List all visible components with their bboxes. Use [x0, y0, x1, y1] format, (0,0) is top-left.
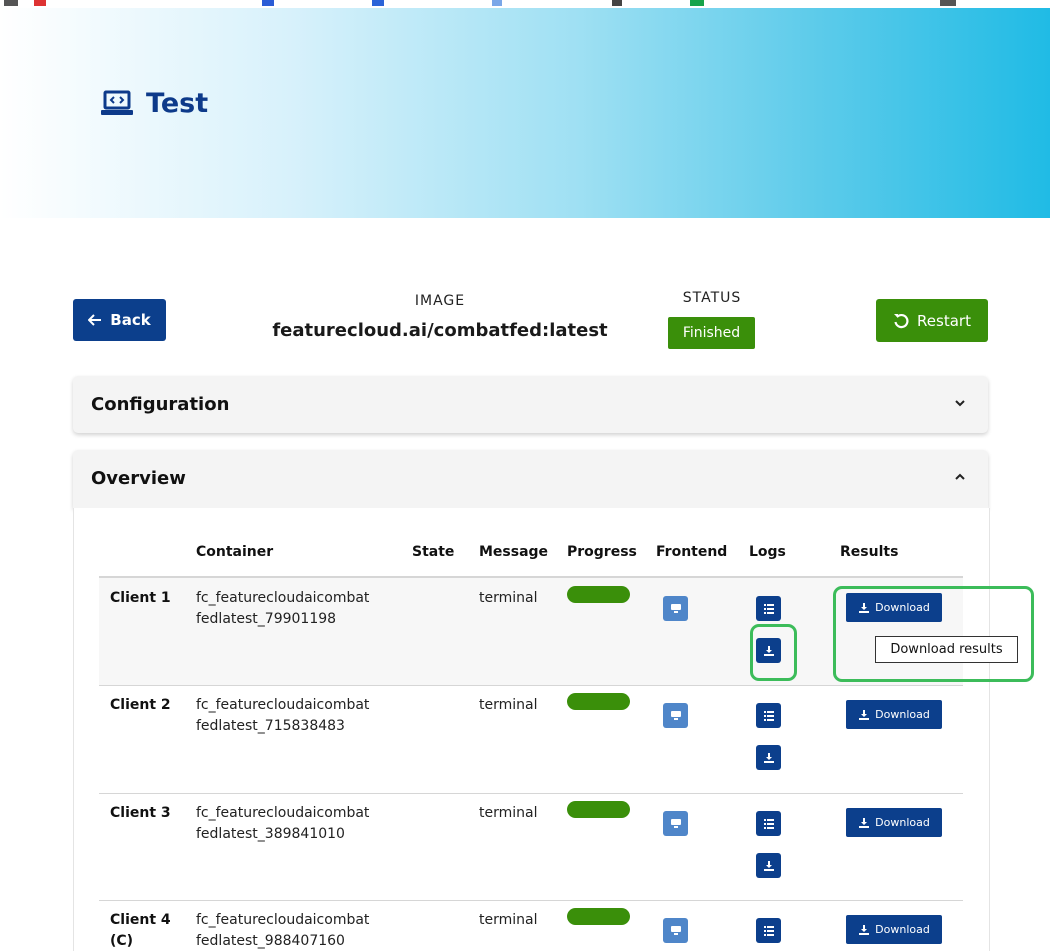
container-name-line2: fedlatest_988407160: [196, 933, 345, 949]
message-cell: terminal: [479, 697, 538, 713]
tooltip: Download results: [875, 636, 1018, 663]
bookmark-icon[interactable]: [262, 0, 274, 6]
column-header-message: Message: [479, 544, 549, 560]
back-button[interactable]: Back: [73, 299, 166, 341]
message-cell: terminal: [479, 590, 538, 606]
list-icon: [763, 711, 774, 721]
download-results-button[interactable]: Download: [846, 915, 942, 944]
bookmark-icon[interactable]: [612, 0, 622, 6]
restart-icon: [894, 313, 909, 328]
page-title-text: Test: [146, 88, 209, 119]
column-header-logs: Logs: [749, 544, 786, 560]
highlight-box: [833, 586, 1034, 682]
frontend-button[interactable]: [663, 703, 688, 728]
container-name-line1: fc_featurecloudaicombat: [196, 912, 370, 928]
column-header-container: Container: [196, 544, 274, 560]
arrow-left-icon: [88, 314, 102, 326]
status-badge: Finished: [668, 317, 755, 349]
overview-panel[interactable]: Overview: [73, 450, 988, 508]
client-name: Client 1: [110, 590, 171, 606]
list-icon: [763, 819, 774, 829]
chevron-up-icon[interactable]: [954, 472, 966, 482]
bookmark-icon[interactable]: [690, 0, 704, 6]
download-results-button[interactable]: Download: [846, 808, 942, 837]
container-name-line1: fc_featurecloudaicombat: [196, 590, 370, 606]
client-name-suffix: (C): [110, 933, 134, 949]
download-icon: [859, 817, 870, 828]
download-label: Download: [875, 923, 930, 936]
row-divider: [99, 793, 963, 794]
image-name: featurecloud.ai/combatfed:latest: [272, 320, 608, 341]
download-logs-button[interactable]: [756, 853, 781, 878]
container-name: fc_featurecloudaicombat fedlatest_988407…: [196, 910, 369, 952]
progress-bar: [567, 693, 630, 710]
laptop-code-icon: [101, 90, 133, 115]
monitor-icon: [670, 819, 681, 828]
configuration-header[interactable]: Configuration: [73, 376, 988, 433]
container-name-line1: fc_featurecloudaicombat: [196, 697, 370, 713]
monitor-icon: [670, 926, 681, 935]
progress-bar: [567, 586, 630, 603]
view-logs-button[interactable]: [756, 596, 781, 621]
apps-icon[interactable]: [4, 0, 18, 6]
overview-title: Overview: [91, 468, 186, 489]
row-divider: [99, 900, 963, 901]
download-icon: [859, 709, 870, 720]
bookmark-icon[interactable]: [372, 0, 384, 6]
frontend-button[interactable]: [663, 596, 688, 621]
bookmark-icon[interactable]: [34, 0, 46, 6]
highlight-box: [750, 624, 797, 681]
bookmark-icon[interactable]: [940, 0, 956, 6]
column-header-frontend: Frontend: [656, 544, 728, 560]
configuration-title: Configuration: [91, 394, 230, 415]
container-name: fc_featurecloudaicombat fedlatest_715838…: [196, 695, 369, 737]
view-logs-button[interactable]: [756, 918, 781, 943]
download-label: Download: [875, 816, 930, 829]
download-icon: [859, 924, 870, 935]
bookmarks-bar: [0, 0, 1050, 8]
back-button-label: Back: [110, 311, 151, 329]
frontend-button[interactable]: [663, 918, 688, 943]
bookmark-icon[interactable]: [492, 0, 502, 6]
container-name-line1: fc_featurecloudaicombat: [196, 805, 370, 821]
view-logs-button[interactable]: [756, 703, 781, 728]
container-name-line2: fedlatest_389841010: [196, 826, 345, 842]
download-icon: [763, 752, 774, 763]
hero-banner: Test: [0, 8, 1050, 218]
container-name-line2: fedlatest_715838483: [196, 718, 345, 734]
container-name: fc_featurecloudaicombat fedlatest_389841…: [196, 803, 369, 845]
column-header-state: State: [412, 544, 455, 560]
status-label: STATUS: [682, 290, 742, 306]
message-cell: terminal: [479, 912, 538, 928]
row-divider: [99, 685, 963, 686]
image-label: IMAGE: [414, 293, 466, 309]
page-title: Test: [100, 88, 208, 119]
client-name: Client 2: [110, 697, 171, 713]
download-icon: [763, 860, 774, 871]
restart-button-label: Restart: [917, 311, 971, 330]
column-header-results: Results: [840, 544, 899, 560]
container-name-line2: fedlatest_79901198: [196, 611, 337, 627]
restart-button[interactable]: Restart: [876, 299, 988, 342]
client-name: Client 4 (C): [110, 910, 171, 952]
column-header-progress: Progress: [567, 544, 637, 560]
monitor-icon: [670, 711, 681, 720]
frontend-button[interactable]: [663, 811, 688, 836]
list-icon: [763, 604, 774, 614]
overview-header[interactable]: Overview: [73, 450, 988, 507]
chevron-down-icon[interactable]: [954, 398, 966, 408]
monitor-icon: [670, 604, 681, 613]
list-icon: [763, 926, 774, 936]
download-logs-button[interactable]: [756, 745, 781, 770]
container-name: fc_featurecloudaicombat fedlatest_799011…: [196, 588, 369, 630]
progress-bar: [567, 801, 630, 818]
view-logs-button[interactable]: [756, 811, 781, 836]
download-label: Download: [875, 708, 930, 721]
client-name-line1: Client 4: [110, 912, 171, 928]
progress-bar: [567, 908, 630, 925]
message-cell: terminal: [479, 805, 538, 821]
download-results-button[interactable]: Download: [846, 700, 942, 729]
configuration-panel[interactable]: Configuration: [73, 376, 988, 433]
client-name: Client 3: [110, 805, 171, 821]
